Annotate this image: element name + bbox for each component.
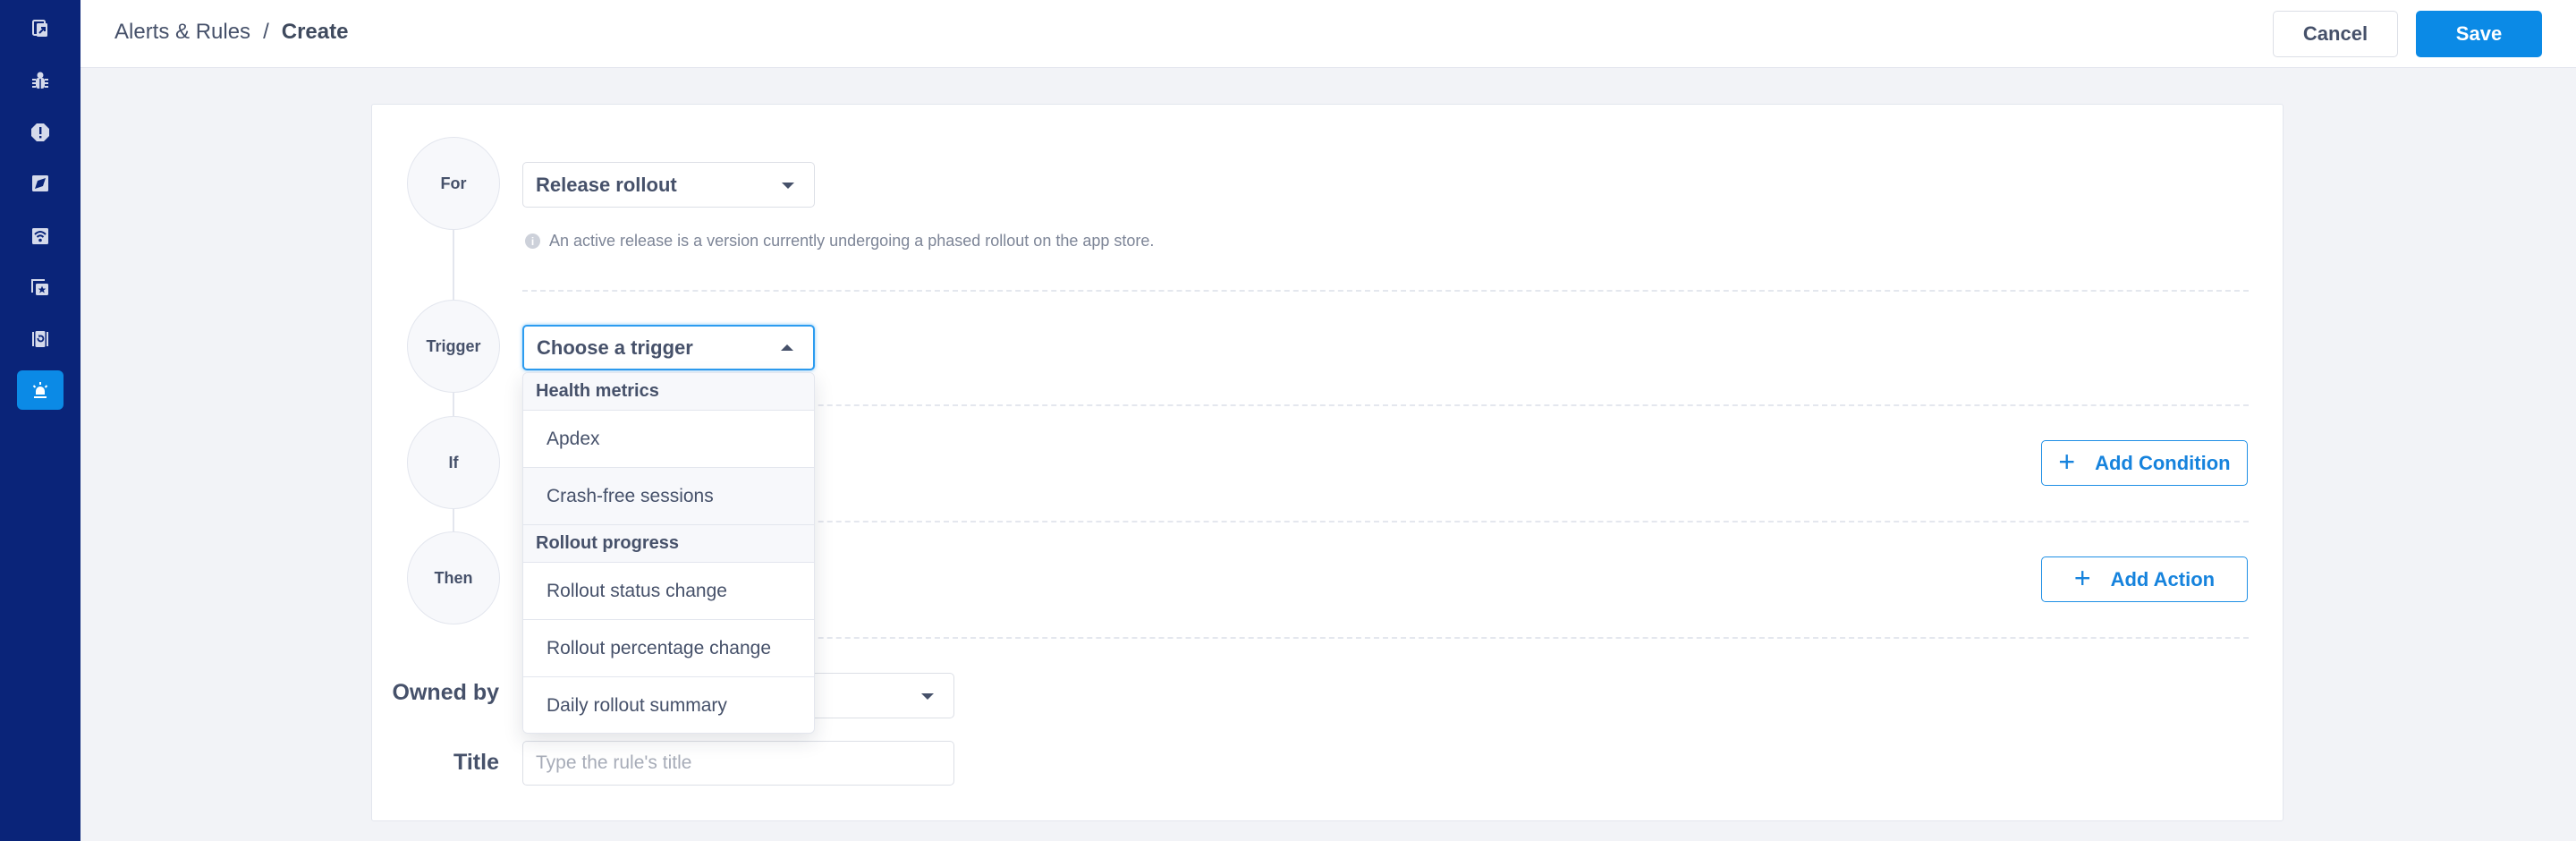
add-condition-button[interactable]: + Add Condition <box>2041 440 2248 486</box>
starred-icon <box>31 279 48 295</box>
breadcrumb-separator: / <box>263 20 269 44</box>
siren-icon <box>32 382 48 398</box>
breadcrumb-current: Create <box>281 20 349 44</box>
info-icon: i <box>525 234 540 249</box>
step-connector <box>453 230 454 300</box>
step-then: Then <box>407 531 500 624</box>
for-select-value: Release rollout <box>536 173 677 196</box>
step-trigger: Trigger <box>407 300 500 393</box>
step-for: For <box>407 137 500 230</box>
trigger-select-placeholder: Choose a trigger <box>537 336 693 359</box>
sidebar <box>0 0 80 841</box>
title-label: Title <box>453 750 499 775</box>
step-if: If <box>407 416 500 509</box>
alert-octagon-icon <box>31 123 49 141</box>
sidebar-item-alerts[interactable] <box>17 370 64 410</box>
breadcrumb: Alerts & Rules / Create <box>114 20 348 45</box>
dropdown-option-rollout-status-change[interactable]: Rollout status change <box>523 563 814 620</box>
plus-icon: + <box>2073 562 2091 594</box>
trigger-dropdown-menu: Health metrics Apdex Crash-free sessions… <box>522 372 815 734</box>
add-action-button[interactable]: + Add Action <box>2041 556 2248 602</box>
rocket-icon <box>32 175 48 191</box>
owned-by-label: Owned by <box>392 680 499 705</box>
dropdown-option-crash-free-sessions[interactable]: Crash-free sessions <box>523 468 814 525</box>
plus-icon: + <box>2058 446 2076 478</box>
sidebar-item-sessions[interactable] <box>17 319 64 359</box>
bug-icon <box>32 72 48 89</box>
chevron-up-icon <box>781 344 793 351</box>
session-replay-icon <box>32 331 48 347</box>
for-select[interactable]: Release rollout <box>522 162 815 208</box>
sidebar-item-apps[interactable] <box>17 9 64 48</box>
dropdown-group-rollout-progress: Rollout progress <box>523 525 814 563</box>
for-hint-text: An active release is a version currently… <box>549 232 1155 250</box>
dropdown-option-apdex[interactable]: Apdex <box>523 411 814 468</box>
cancel-button[interactable]: Cancel <box>2273 11 2398 57</box>
trigger-select[interactable]: Choose a trigger <box>522 325 815 370</box>
for-hint: i An active release is a version current… <box>525 232 1154 251</box>
save-button[interactable]: Save <box>2416 11 2542 57</box>
sidebar-item-errors[interactable] <box>17 113 64 152</box>
sidebar-item-releases[interactable] <box>17 164 64 203</box>
section-divider <box>522 290 2249 292</box>
chevron-down-icon <box>782 182 794 189</box>
sidebar-item-featured[interactable] <box>17 268 64 307</box>
breadcrumb-parent-link[interactable]: Alerts & Rules <box>114 20 250 45</box>
apps-icon <box>32 20 47 37</box>
add-condition-label: Add Condition <box>2095 451 2231 474</box>
top-header: Alerts & Rules / Create Cancel Save <box>80 0 2576 68</box>
step-connector <box>453 392 454 416</box>
chevron-down-icon <box>921 692 934 700</box>
network-icon <box>32 228 48 244</box>
add-action-label: Add Action <box>2110 567 2216 590</box>
dropdown-option-daily-rollout-summary[interactable]: Daily rollout summary <box>523 677 814 733</box>
title-input[interactable] <box>522 741 954 786</box>
step-connector <box>453 508 454 531</box>
sidebar-item-crashes[interactable] <box>17 61 64 100</box>
sidebar-item-network[interactable] <box>17 217 64 256</box>
dropdown-option-rollout-percentage-change[interactable]: Rollout percentage change <box>523 620 814 677</box>
dropdown-group-health-metrics: Health metrics <box>523 373 814 411</box>
